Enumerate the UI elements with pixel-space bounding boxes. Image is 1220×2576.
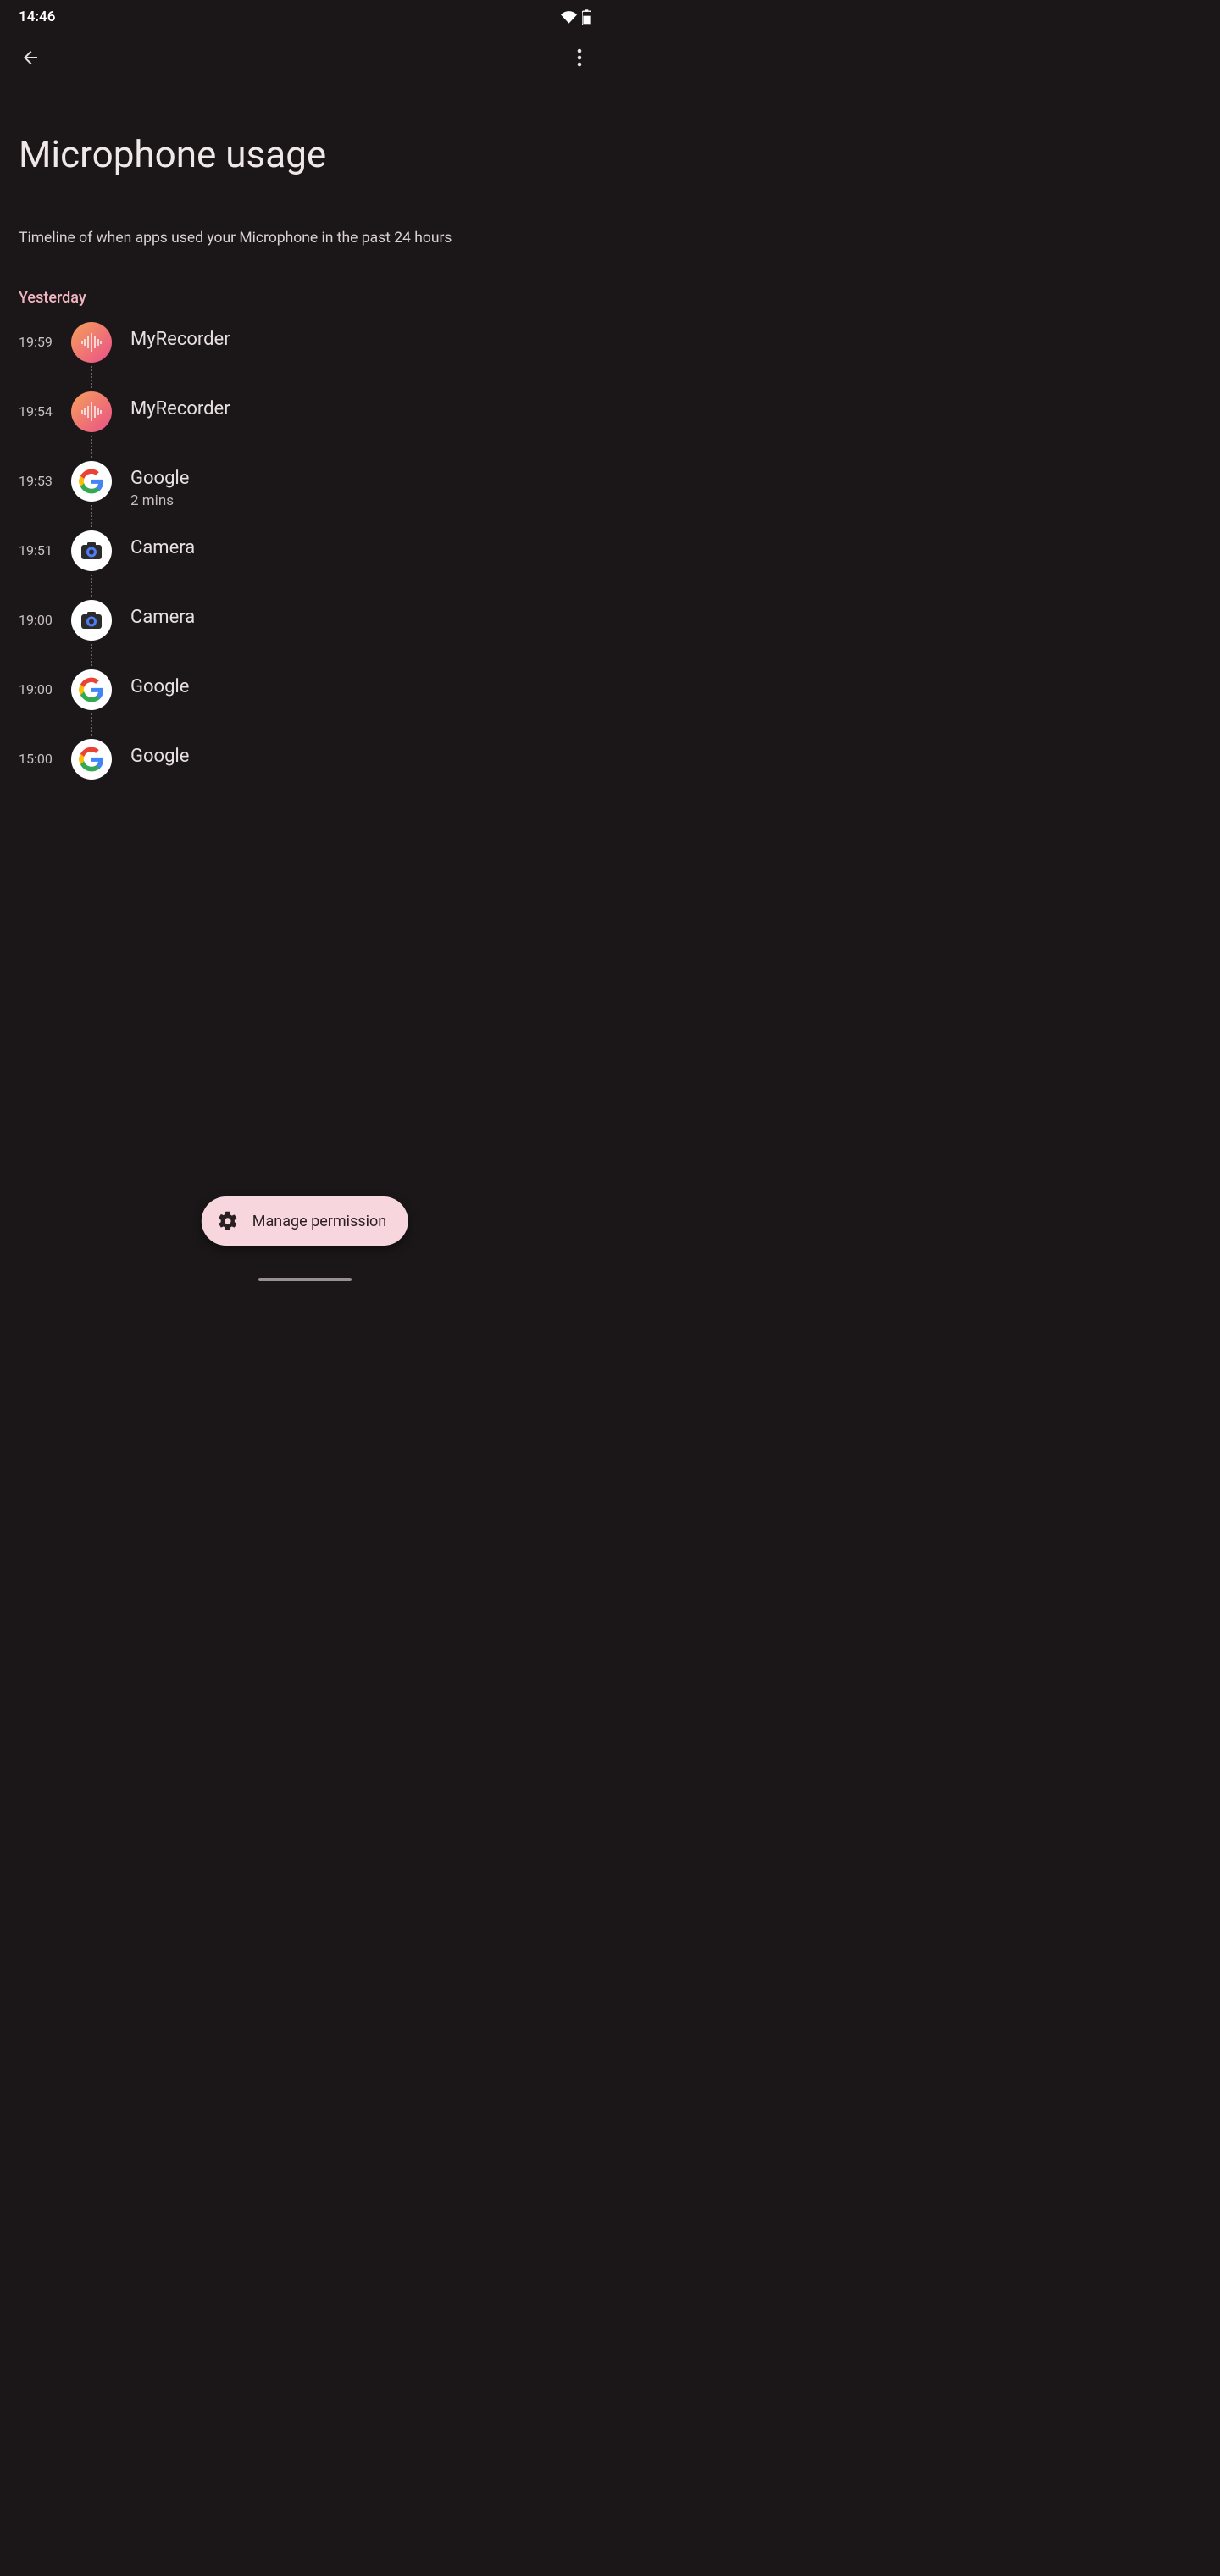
battery-icon xyxy=(582,9,591,25)
entry-app-name: MyRecorder xyxy=(130,329,230,350)
entry-app-name: Google xyxy=(130,676,189,697)
entry-icon-col xyxy=(69,461,114,530)
entry-app-name: Google xyxy=(130,468,189,489)
entry-text: MyRecorder xyxy=(114,391,230,419)
status-bar: 14:46 xyxy=(0,0,610,34)
entry-icon-col xyxy=(69,322,114,391)
status-time: 14:46 xyxy=(19,8,55,25)
page-subtitle: Timeline of when apps used your Micropho… xyxy=(19,228,563,249)
entry-time: 19:59 xyxy=(19,322,69,350)
timeline-connector xyxy=(91,644,92,666)
timeline-entry[interactable]: 19:00 Camera xyxy=(19,600,591,669)
timeline-connector xyxy=(91,505,92,527)
timeline-entry[interactable]: 15:00 Google xyxy=(19,739,591,803)
timeline-entry[interactable]: 19:00 Google xyxy=(19,669,591,739)
header: Microphone usage Timeline of when apps u… xyxy=(0,81,610,248)
entry-text: MyRecorder xyxy=(114,322,230,350)
page-title: Microphone usage xyxy=(19,132,591,177)
timeline-connector xyxy=(91,366,92,388)
google-icon xyxy=(71,461,112,502)
nav-handle[interactable] xyxy=(258,1278,352,1281)
more-icon[interactable] xyxy=(568,46,591,69)
back-icon[interactable] xyxy=(19,46,42,69)
google-icon xyxy=(71,669,112,710)
camera-icon xyxy=(71,600,112,641)
timeline: 19:59 MyRecorder 19:54 MyRecorder 19:53 Googl… xyxy=(0,322,610,803)
entry-icon-col xyxy=(69,669,114,739)
google-icon xyxy=(71,739,112,780)
entry-text: Google xyxy=(114,669,189,697)
entry-text: Google xyxy=(114,739,189,767)
recorder-icon xyxy=(71,391,112,432)
timeline-connector xyxy=(91,575,92,597)
entry-time: 19:53 xyxy=(19,461,69,489)
entry-text: Camera xyxy=(114,530,195,558)
timeline-entry[interactable]: 19:51 Camera xyxy=(19,530,591,600)
entry-app-name: MyRecorder xyxy=(130,398,230,419)
timeline-entry[interactable]: 19:54 MyRecorder xyxy=(19,391,591,461)
entry-time: 19:54 xyxy=(19,391,69,419)
entry-icon-col xyxy=(69,600,114,669)
entry-time: 15:00 xyxy=(19,739,69,767)
entry-icon-col xyxy=(69,739,114,780)
timeline-entry[interactable]: 19:53 Google 2 mins xyxy=(19,461,591,530)
fab-label: Manage permission xyxy=(252,1213,386,1230)
entry-time: 19:00 xyxy=(19,669,69,697)
gear-icon xyxy=(217,1210,239,1232)
entry-duration: 2 mins xyxy=(130,492,189,509)
entry-icon-col xyxy=(69,391,114,461)
entry-app-name: Camera xyxy=(130,537,195,558)
app-bar xyxy=(0,34,610,81)
entry-app-name: Camera xyxy=(130,607,195,628)
entry-time: 19:00 xyxy=(19,600,69,628)
status-right xyxy=(561,9,591,25)
timeline-connector xyxy=(91,436,92,458)
manage-permission-button[interactable]: Manage permission xyxy=(202,1196,408,1246)
entry-time: 19:51 xyxy=(19,530,69,558)
entry-app-name: Google xyxy=(130,746,189,767)
wifi-icon xyxy=(561,11,577,24)
recorder-icon xyxy=(71,322,112,363)
entry-text: Google 2 mins xyxy=(114,461,189,509)
entry-text: Camera xyxy=(114,600,195,628)
timeline-connector xyxy=(91,713,92,736)
timeline-entry[interactable]: 19:59 MyRecorder xyxy=(19,322,591,391)
entry-icon-col xyxy=(69,530,114,600)
section-label: Yesterday xyxy=(0,289,610,307)
camera-icon xyxy=(71,530,112,571)
